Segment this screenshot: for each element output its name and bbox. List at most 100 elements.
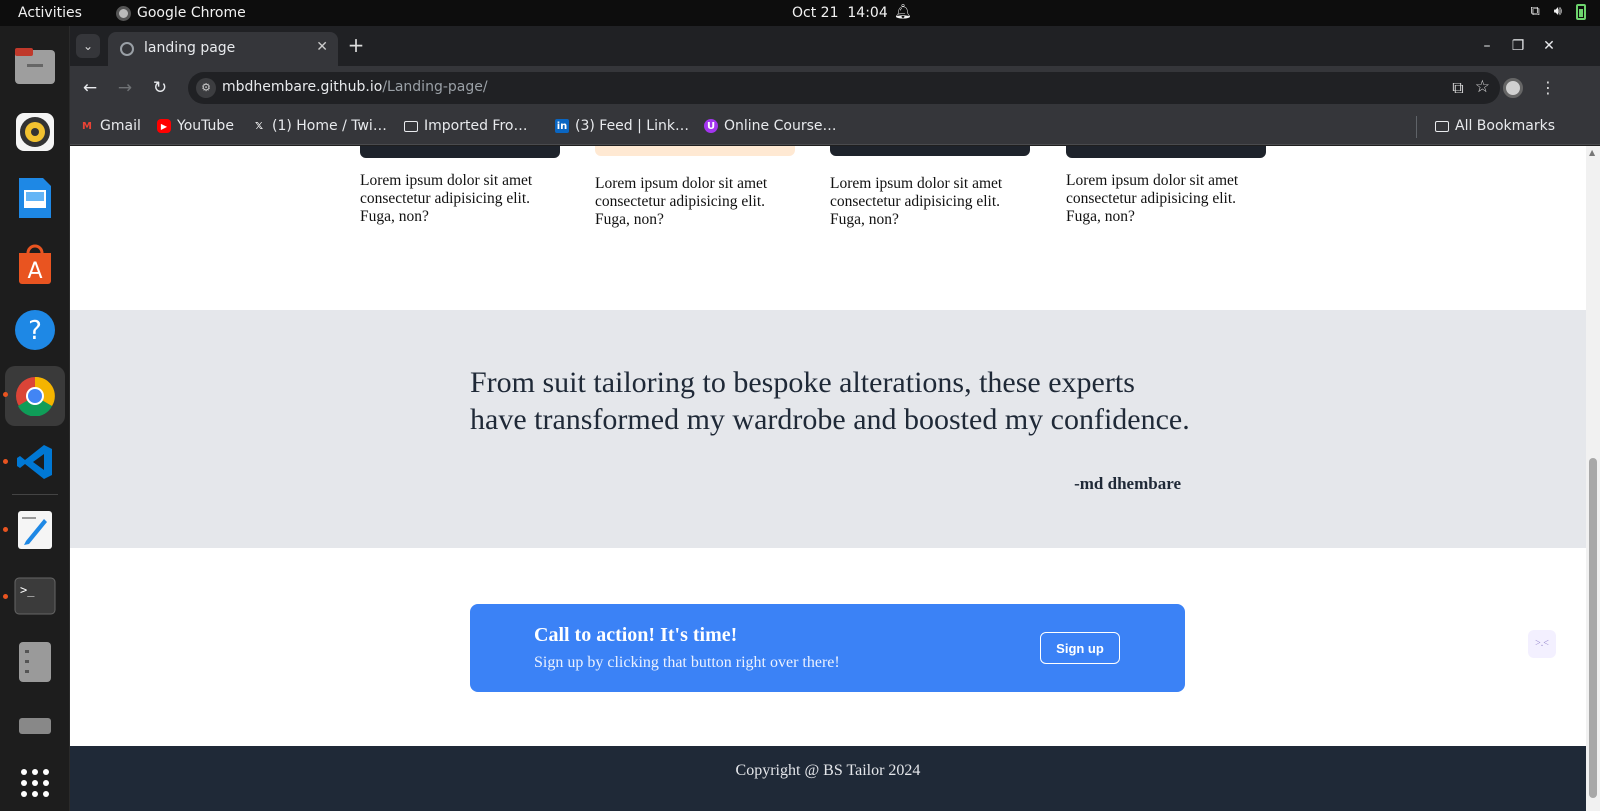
service-card: Lorem ipsum dolor sit amet consectetur a…: [830, 146, 1030, 229]
card-image: [595, 146, 795, 156]
svg-text:A: A: [27, 259, 42, 284]
bookmark-twitter[interactable]: 𝕏 (1) Home / Twi…: [252, 118, 387, 134]
site-info-icon[interactable]: ⚙: [196, 78, 216, 98]
volume-icon: 🔊︎: [1553, 4, 1562, 19]
linkedin-icon: in: [555, 119, 569, 133]
tab-search-button[interactable]: ⌄: [76, 34, 100, 58]
scrollbar-thumb[interactable]: [1589, 458, 1597, 798]
back-arrow-icon[interactable]: ←: [78, 76, 102, 100]
browser-toolbar: ← → ↻ ⚙ mbdhembare.github.io/Landing-pag…: [70, 66, 1600, 110]
url-host: mbdhembare.github.io: [222, 79, 383, 95]
tab-strip: ⌄ landing page ✕ + – ❐ ✕: [70, 26, 1600, 66]
bookmark-linkedin[interactable]: in (3) Feed | Link…: [555, 118, 689, 134]
call-to-action-banner: Call to action! It's time! Sign up by cl…: [470, 604, 1185, 692]
x-icon: 𝕏: [254, 120, 264, 132]
chrome-icon[interactable]: [5, 366, 65, 426]
url-path: /Landing-page/: [382, 79, 488, 95]
kebab-menu-icon[interactable]: ⋮: [1536, 76, 1560, 100]
disks-icon[interactable]: [11, 638, 59, 686]
svg-text:>_: >_: [20, 583, 35, 597]
running-indicator: [3, 594, 8, 599]
all-bookmarks-button[interactable]: All Bookmarks: [1435, 118, 1555, 134]
new-tab-button[interactable]: +: [344, 34, 368, 58]
minimize-icon[interactable]: –: [1476, 35, 1498, 57]
testimonial-author: -md dhembare: [1074, 474, 1181, 493]
dock: A ? >_: [0, 26, 70, 811]
writer-icon[interactable]: [11, 174, 59, 222]
all-bookmarks-label: All Bookmarks: [1455, 118, 1556, 134]
help-icon[interactable]: ?: [11, 306, 59, 354]
sign-up-button[interactable]: Sign up: [1040, 632, 1120, 664]
bookmark-label: (1) Home / Twi…: [272, 118, 387, 134]
bookmark-label: Imported Fro…: [424, 118, 528, 134]
app-menu-label: Google Chrome: [137, 5, 246, 21]
activities-button[interactable]: Activities: [18, 5, 82, 21]
card-text: Lorem ipsum dolor sit amet consectetur a…: [360, 172, 533, 225]
cta-title: Call to action! It's time!: [534, 624, 738, 646]
restore-icon[interactable]: ❐: [1507, 35, 1529, 57]
card-image: [1066, 146, 1266, 158]
floating-widget-icon[interactable]: >.<: [1528, 630, 1556, 658]
url-text: mbdhembare.github.io/Landing-page/: [222, 79, 488, 95]
running-indicator: [3, 459, 8, 464]
forward-arrow-icon[interactable]: →: [113, 76, 137, 100]
bookmark-gmail[interactable]: M Gmail: [80, 118, 141, 134]
copyright-text: Copyright @ BS Tailor 2024: [735, 762, 921, 779]
app-menu[interactable]: Google Chrome: [116, 5, 246, 21]
bookmark-imported-folder[interactable]: Imported Fro…: [404, 118, 527, 134]
page-footer: Copyright @ BS Tailor 2024: [70, 746, 1586, 811]
app-center-icon[interactable]: A: [11, 240, 59, 288]
card-text: Lorem ipsum dolor sit amet consectetur a…: [1066, 172, 1239, 225]
profile-avatar-icon[interactable]: [1503, 78, 1523, 98]
drive-icon[interactable]: [11, 702, 59, 750]
bookmark-udemy[interactable]: U Online Course…: [704, 118, 837, 134]
running-indicator: [3, 392, 8, 397]
system-tray[interactable]: ⧉ 🔊︎: [1530, 4, 1586, 20]
bookmarks-bar: M Gmail ▶ YouTube 𝕏 (1) Home / Twi… Impo…: [70, 110, 1600, 145]
close-window-icon[interactable]: ✕: [1538, 35, 1560, 57]
bookmark-label: YouTube: [177, 118, 234, 134]
folder-icon: [404, 120, 418, 132]
chevron-down-icon: ⌄: [82, 39, 94, 53]
clock[interactable]: Oct 21 14:04: [792, 5, 888, 21]
testimonial-section: From suit tailoring to bespoke alteratio…: [70, 310, 1586, 548]
system-top-bar: Activities Google Chrome Oct 21 14:04 🔔︎…: [0, 0, 1600, 26]
testimonial-quote: From suit tailoring to bespoke alteratio…: [470, 366, 1190, 436]
bookmark-label: Gmail: [100, 118, 141, 134]
close-tab-icon[interactable]: ✕: [316, 39, 328, 55]
network-icon: ⧉: [1530, 4, 1540, 19]
files-icon[interactable]: [11, 42, 59, 90]
running-indicator: [3, 527, 8, 532]
dock-separator: [12, 494, 58, 495]
scroll-up-arrow-icon[interactable]: ▲: [1589, 148, 1595, 157]
bookmark-label: Online Course…: [724, 118, 837, 134]
service-card: Lorem ipsum dolor sit amet consectetur a…: [595, 146, 795, 229]
reload-icon[interactable]: ↻: [148, 76, 172, 100]
card-image: [360, 146, 560, 158]
date-label: Oct 21: [792, 5, 839, 21]
bookmarks-divider: [1416, 116, 1417, 138]
card-text: Lorem ipsum dolor sit amet consectetur a…: [595, 175, 768, 228]
card-text: Lorem ipsum dolor sit amet consectetur a…: [830, 175, 1003, 228]
bookmark-youtube[interactable]: ▶ YouTube: [157, 118, 234, 134]
extensions-icon[interactable]: ⧉: [1446, 76, 1470, 100]
page-viewport[interactable]: Lorem ipsum dolor sit amet consectetur a…: [70, 146, 1586, 811]
bookmark-star-icon[interactable]: ☆: [1475, 77, 1490, 97]
terminal-icon[interactable]: >_: [11, 572, 59, 620]
chrome-app-icon: [116, 5, 131, 21]
gmail-icon: M: [82, 120, 92, 132]
time-label: 14:04: [847, 5, 888, 21]
service-card: Lorem ipsum dolor sit amet consectetur a…: [360, 146, 560, 226]
page-scrollbar[interactable]: ▲: [1586, 146, 1600, 811]
vscode-icon[interactable]: [11, 438, 59, 486]
card-image: [830, 146, 1030, 156]
cta-subtitle: Sign up by clicking that button right ov…: [534, 654, 840, 671]
notification-bell-icon[interactable]: 🔔︎: [894, 4, 912, 20]
text-editor-icon[interactable]: [11, 506, 59, 554]
show-apps-icon[interactable]: [11, 759, 59, 807]
youtube-icon: ▶: [157, 119, 171, 133]
globe-icon: [120, 42, 134, 56]
address-bar[interactable]: ⚙ mbdhembare.github.io/Landing-page/ ☆: [188, 72, 1500, 104]
tab-landing-page[interactable]: landing page ✕: [108, 32, 338, 66]
rhythmbox-icon[interactable]: [11, 108, 59, 156]
